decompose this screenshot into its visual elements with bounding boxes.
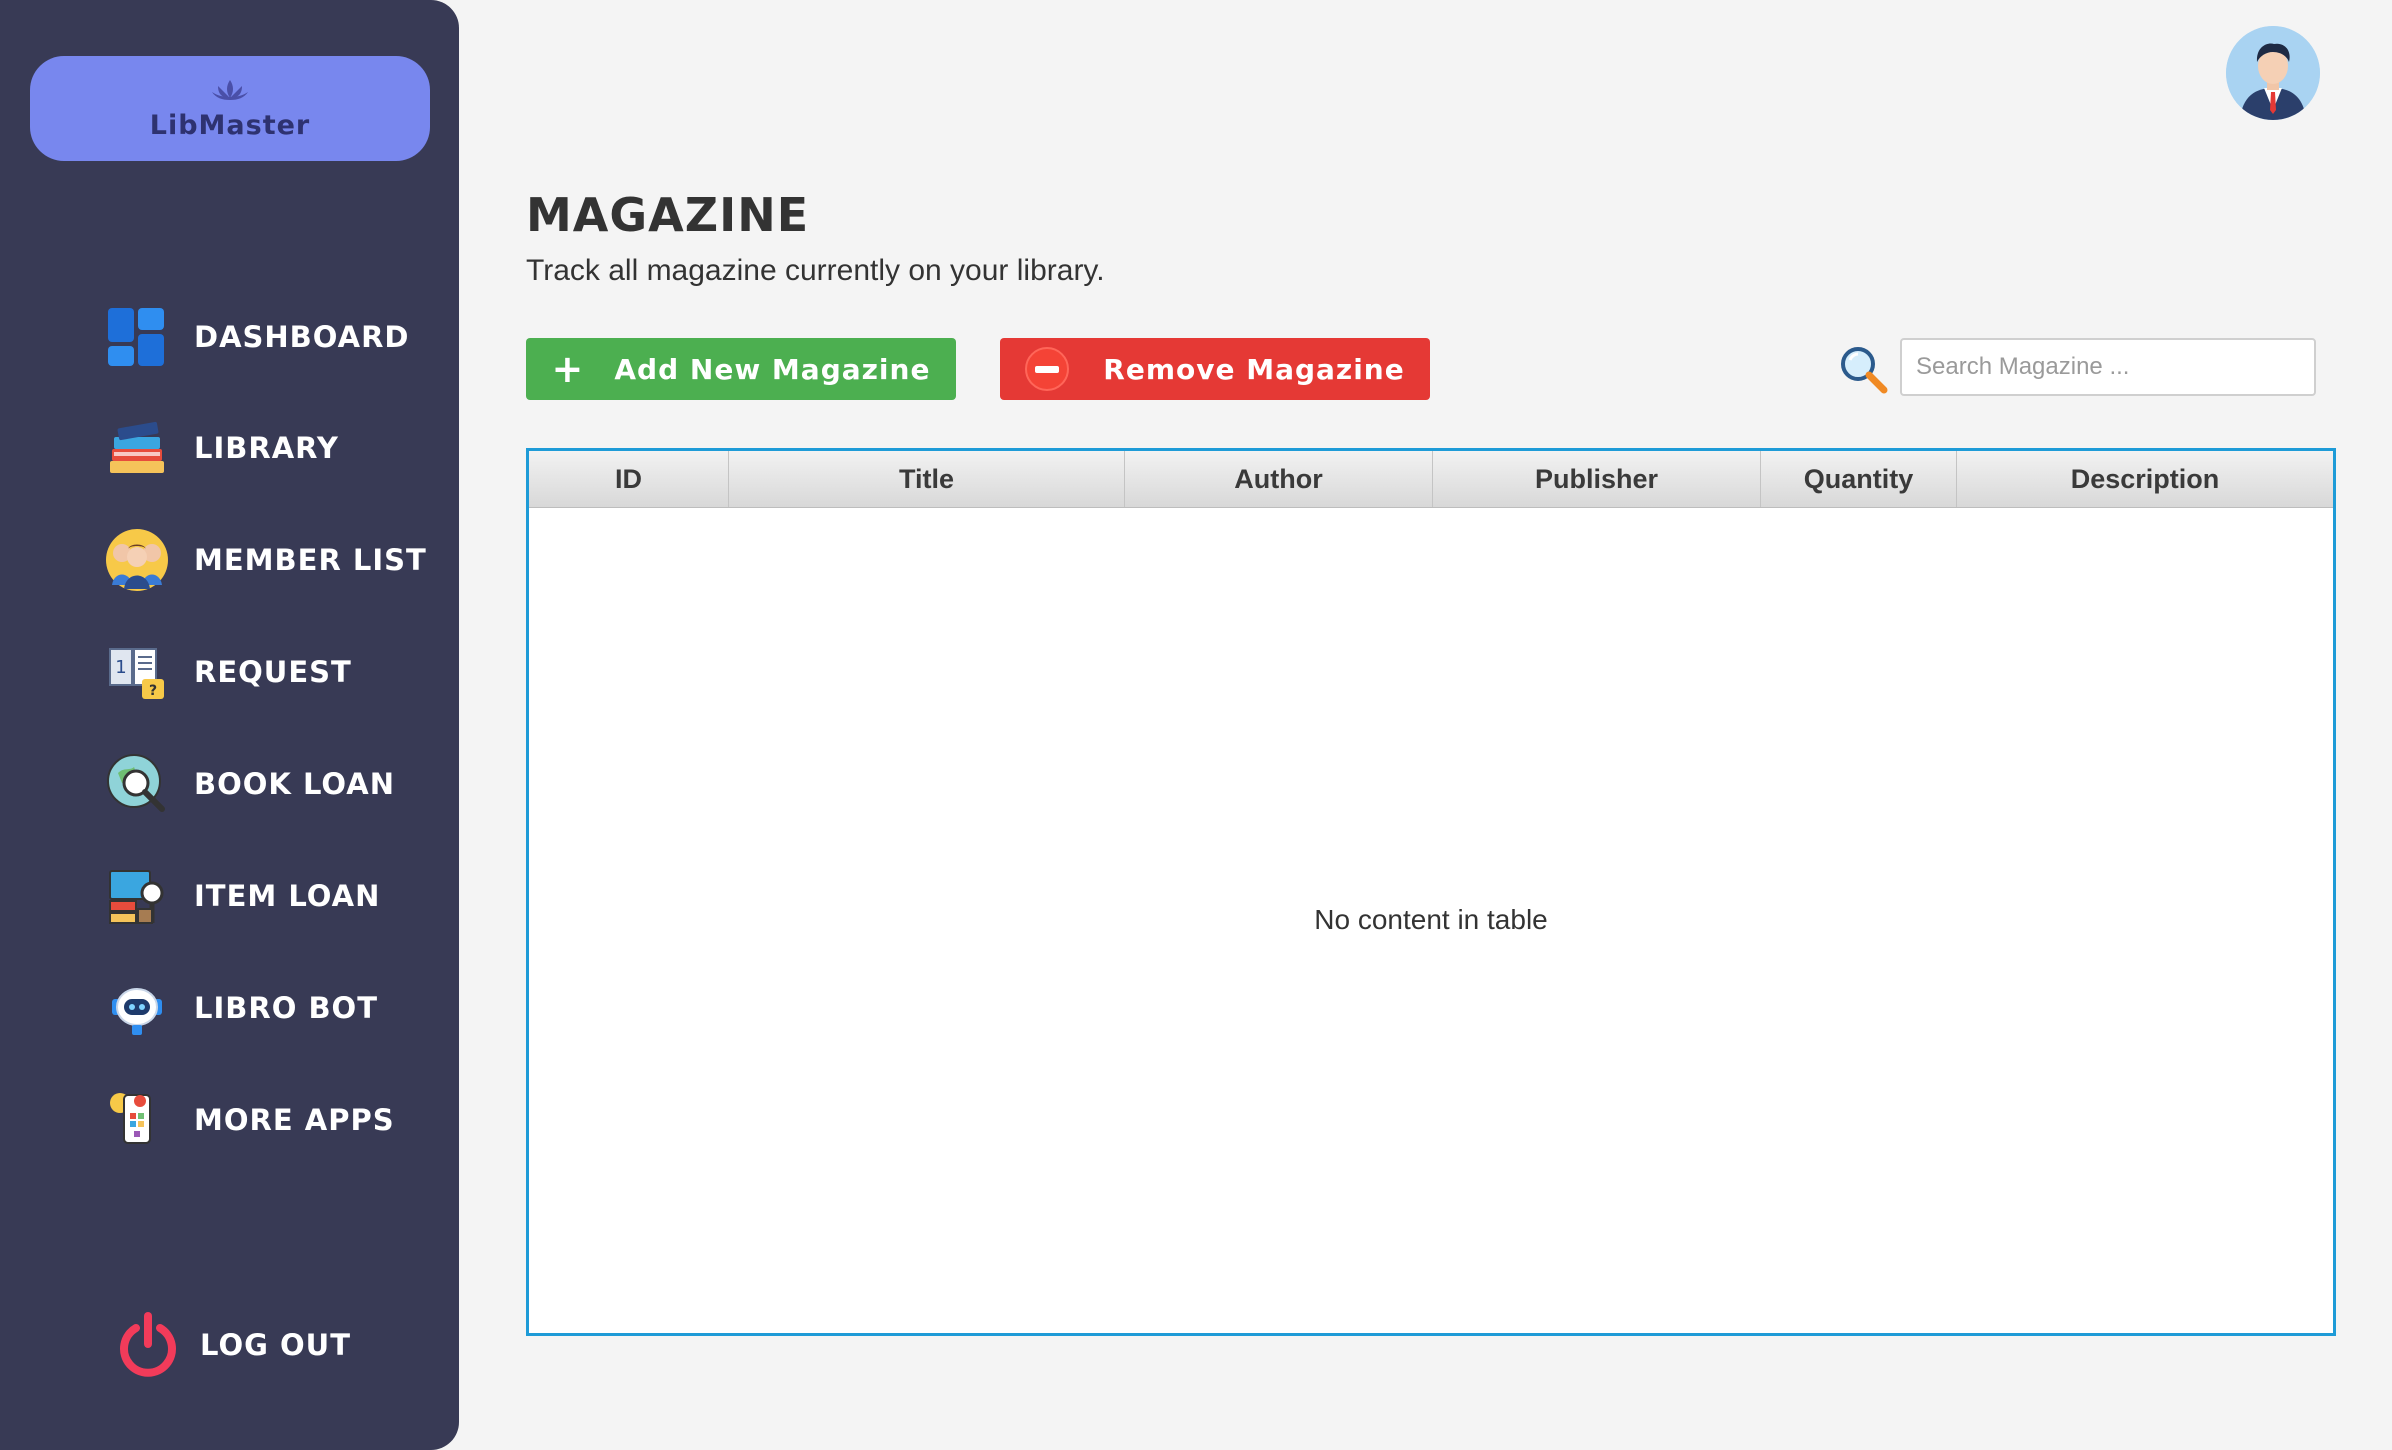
column-header-author[interactable]: Author [1125, 451, 1433, 507]
book-loan-icon [104, 751, 170, 817]
sidebar-item-book-loan[interactable]: BOOK LOAN [104, 749, 395, 819]
sidebar-item-item-loan[interactable]: ITEM LOAN [104, 861, 380, 931]
lotus-logo-icon [212, 80, 248, 100]
books-icon [104, 415, 170, 481]
page-subtitle: Track all magazine currently on your lib… [526, 254, 1105, 287]
sidebar-item-label: REQUEST [194, 655, 352, 689]
apps-icon [104, 1087, 170, 1153]
sidebar-item-request[interactable]: 1 ? REQUEST [104, 637, 352, 707]
sidebar-item-dashboard[interactable]: DASHBOARD [104, 302, 410, 372]
power-icon [120, 1312, 176, 1377]
add-magazine-label: Add New Magazine [614, 352, 931, 386]
plus-icon: + [551, 347, 585, 391]
sidebar-item-label: ITEM LOAN [194, 879, 381, 913]
sidebar-item-label: LIBRO BOT [194, 991, 378, 1025]
sidebar-item-more-apps[interactable]: MORE APPS [104, 1085, 395, 1155]
avatar[interactable] [2226, 26, 2320, 120]
minus-circle-icon [1025, 347, 1070, 391]
logout-button[interactable]: LOG OUT [118, 1312, 351, 1378]
table-header: ID Title Author Publisher Quantity Descr… [529, 451, 2333, 508]
remove-magazine-label: Remove Magazine [1103, 352, 1405, 386]
members-icon [104, 527, 170, 593]
sidebar-item-libro-bot[interactable]: LIBRO BOT [104, 973, 378, 1043]
sidebar-item-library[interactable]: LIBRARY [104, 413, 339, 483]
request-icon: 1 ? [104, 639, 170, 705]
svg-text:1: 1 [115, 657, 126, 678]
app-name: LibMaster [149, 110, 311, 141]
search-icon[interactable] [1838, 344, 1888, 394]
svg-text:?: ? [149, 683, 157, 699]
dashboard-icon [104, 304, 170, 370]
sidebar-item-label: BOOK LOAN [194, 767, 396, 801]
item-loan-icon [104, 863, 170, 929]
add-magazine-button[interactable]: + Add New Magazine [526, 338, 956, 400]
column-header-title[interactable]: Title [729, 451, 1125, 507]
robot-icon [104, 975, 170, 1041]
column-header-id[interactable]: ID [529, 451, 729, 507]
column-header-description[interactable]: Description [1957, 451, 2333, 507]
sidebar: LibMaster DASHBOARD LIBRARY MEMBER LIST … [0, 0, 459, 1450]
app-logo[interactable]: LibMaster [30, 56, 430, 161]
column-header-quantity[interactable]: Quantity [1761, 451, 1957, 507]
page-title: MAGAZINE [526, 188, 810, 242]
remove-magazine-button[interactable]: Remove Magazine [1000, 338, 1430, 400]
sidebar-item-member-list[interactable]: MEMBER LIST [104, 525, 427, 595]
search-input[interactable] [1900, 338, 2316, 396]
empty-table-message: No content in table [1314, 904, 1548, 935]
logout-label: LOG OUT [200, 1328, 351, 1362]
user-avatar-icon [2226, 26, 2320, 120]
column-header-publisher[interactable]: Publisher [1433, 451, 1761, 507]
sidebar-item-label: LIBRARY [194, 431, 339, 465]
sidebar-item-label: MORE APPS [194, 1103, 395, 1137]
magazine-table[interactable]: ID Title Author Publisher Quantity Descr… [526, 448, 2336, 1336]
sidebar-item-label: MEMBER LIST [194, 543, 427, 577]
sidebar-item-label: DASHBOARD [194, 320, 410, 354]
